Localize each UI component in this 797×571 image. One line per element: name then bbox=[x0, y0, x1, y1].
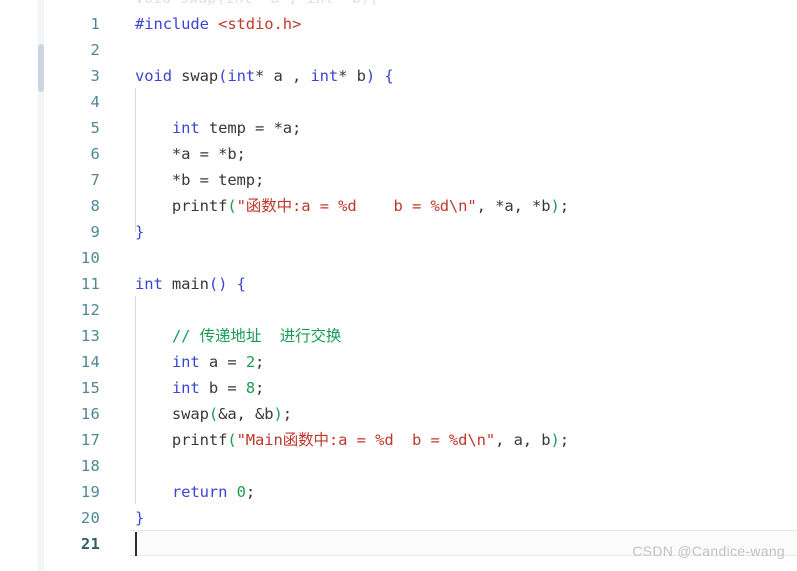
line-number: 17 bbox=[80, 431, 100, 449]
line-content: } bbox=[135, 223, 145, 241]
editor-line-row[interactable]: 16 swap(&a, &b); bbox=[0, 401, 797, 427]
line-number: 19 bbox=[80, 483, 100, 501]
editor-line-row[interactable]: 2 bbox=[0, 37, 797, 63]
line-number: 20 bbox=[80, 509, 100, 527]
editor-line-row[interactable]: 6 *a = *b; bbox=[0, 141, 797, 167]
line-number: 4 bbox=[90, 93, 100, 111]
editor-surface[interactable]: 1 #include <stdio.h> 2 3 void swap(int* … bbox=[0, 0, 797, 571]
line-number: 2 bbox=[90, 41, 100, 59]
editor-line-row[interactable]: 14 int a = 2; bbox=[0, 349, 797, 375]
editor-line-row[interactable]: 8 printf("函数中:a = %d b = %d\n", *a, *b); bbox=[0, 193, 797, 219]
editor-line-row[interactable]: 15 int b = 8; bbox=[0, 375, 797, 401]
editor-line-row[interactable]: 9 } bbox=[0, 219, 797, 245]
line-number: 18 bbox=[80, 457, 100, 475]
line-content: void swap(int* a , int* b) { bbox=[135, 67, 394, 85]
line-content: // 传递地址 进行交换 bbox=[171, 327, 342, 345]
editor-line-row[interactable]: 7 *b = temp; bbox=[0, 167, 797, 193]
line-content: printf("函数中:a = %d b = %d\n", *a, *b); bbox=[135, 197, 569, 215]
line-content: #include <stdio.h> bbox=[135, 15, 302, 33]
line-number: 12 bbox=[80, 301, 100, 319]
line-content: return 0; bbox=[171, 483, 256, 501]
editor-line-row[interactable]: 19 return 0; bbox=[0, 479, 797, 505]
line-number: 6 bbox=[90, 145, 100, 163]
line-content: int a = 2; bbox=[171, 353, 265, 371]
line-content: swap(&a, &b); bbox=[135, 405, 292, 423]
editor-line-row[interactable]: 1 #include <stdio.h> bbox=[0, 11, 797, 37]
editor-line-row[interactable]: 11 int main() { bbox=[0, 271, 797, 297]
line-number: 15 bbox=[80, 379, 100, 397]
line-number: 1 bbox=[90, 15, 100, 33]
line-content: int main() { bbox=[135, 275, 246, 293]
csdn-watermark: CSDN @Candice-wang bbox=[632, 543, 785, 559]
editor-line-row[interactable]: 5 int temp = *a; bbox=[0, 115, 797, 141]
line-content: *a = *b; bbox=[135, 145, 246, 163]
line-content: printf("Main函数中:a = %d b = %d\n", a, b); bbox=[135, 431, 569, 449]
line-number: 9 bbox=[90, 223, 100, 241]
line-content: int b = 8; bbox=[171, 379, 265, 397]
line-number: 7 bbox=[90, 171, 100, 189]
editor-line-row[interactable]: 4 bbox=[0, 89, 797, 115]
line-number: 16 bbox=[80, 405, 100, 423]
line-number: 14 bbox=[80, 353, 100, 371]
line-number-current: 21 bbox=[80, 535, 100, 553]
line-number: 11 bbox=[80, 275, 100, 293]
editor-line-row[interactable]: 18 bbox=[0, 453, 797, 479]
editor-line-row[interactable]: 17 printf("Main函数中:a = %d b = %d\n", a, … bbox=[0, 427, 797, 453]
line-number: 10 bbox=[80, 249, 100, 267]
editor-line-row[interactable]: 13 // 传递地址 进行交换 bbox=[0, 323, 797, 349]
editor-line-row[interactable]: 12 bbox=[0, 297, 797, 323]
line-number: 3 bbox=[90, 67, 100, 85]
line-content: } bbox=[135, 509, 145, 527]
code-editor-screenshot: void swap(int* a , int* b); 1 #include <… bbox=[0, 0, 797, 571]
editor-line-row[interactable]: 20 } bbox=[0, 505, 797, 531]
text-caret bbox=[135, 532, 137, 556]
line-number: 8 bbox=[90, 197, 100, 215]
line-number: 5 bbox=[90, 119, 100, 137]
line-number: 13 bbox=[80, 327, 100, 345]
editor-line-row[interactable]: 3 void swap(int* a , int* b) { bbox=[0, 63, 797, 89]
line-content: int temp = *a; bbox=[171, 119, 302, 137]
line-content: *b = temp; bbox=[135, 171, 265, 189]
editor-line-row[interactable]: 10 bbox=[0, 245, 797, 271]
